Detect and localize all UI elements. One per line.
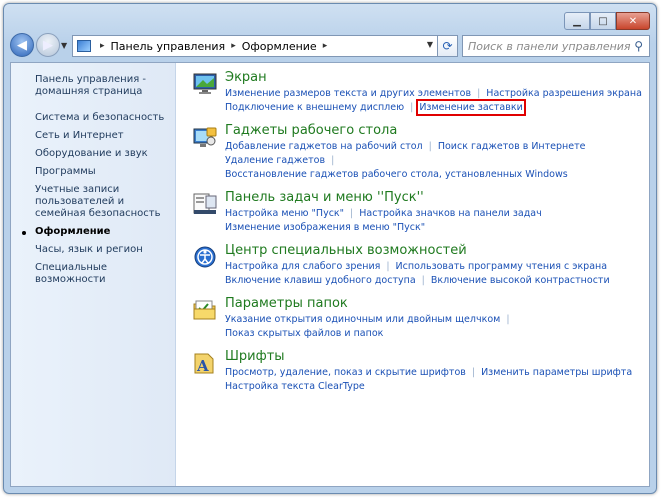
link-start-menu-picture[interactable]: Изменение изображения в меню "Пуск" (225, 222, 425, 233)
link-taskbar-icons[interactable]: Настройка значков на панели задач (359, 208, 541, 219)
link-single-double-click[interactable]: Указание открытия одиночным или двойным … (225, 314, 500, 325)
crumb-separator-icon[interactable]: ▸ (323, 41, 328, 51)
crumb-separator-icon[interactable]: ▸ (231, 41, 236, 51)
refresh-icon: ⟳ (442, 39, 453, 53)
category-title[interactable]: Шрифты (225, 349, 649, 365)
link-high-contrast[interactable]: Включение высокой контрастности (431, 275, 610, 286)
content-area: Панель управления - домашняя страница Си… (10, 62, 650, 487)
caption-buttons: ▁ □ ✕ (564, 12, 650, 30)
breadcrumb-appearance[interactable]: Оформление (242, 40, 317, 53)
category-taskbar: Панель задач и меню ''Пуск'' Настройка м… (191, 190, 649, 235)
sidebar-item-network[interactable]: Сеть и Интернет (11, 128, 175, 144)
sidebar-item-home[interactable]: Панель управления - домашняя страница (11, 72, 175, 100)
sidebar-item-clock-language[interactable]: Часы, язык и регион (11, 242, 175, 258)
link-remove-gadgets[interactable]: Удаление гаджетов (225, 155, 325, 166)
sidebar: Панель управления - домашняя страница Си… (11, 63, 176, 486)
category-folder-options: Параметры папок Указание открытия одиноч… (191, 296, 649, 341)
category-title[interactable]: Параметры папок (225, 296, 649, 312)
close-button[interactable]: ✕ (616, 12, 650, 30)
forward-button[interactable]: ▶ (36, 33, 60, 57)
link-screen-resolution[interactable]: Настройка разрешения экрана (486, 88, 642, 99)
address-dropdown-icon[interactable]: ▼ (427, 40, 433, 49)
sidebar-item-user-accounts[interactable]: Учетные записи пользователей и семейная … (11, 182, 175, 222)
link-find-gadgets-online[interactable]: Поиск гаджетов в Интернете (438, 141, 586, 152)
link-restore-gadgets[interactable]: Восстановление гаджетов рабочего стола, … (225, 169, 568, 180)
svg-text:A: A (196, 357, 209, 374)
category-fonts: A Шрифты Просмотр, удаление, показ и скр… (191, 349, 649, 394)
minimize-button[interactable]: ▁ (564, 12, 590, 30)
category-ease-of-access: Центр специальных возможностей Настройка… (191, 243, 649, 288)
crumb-separator-icon[interactable]: ▸ (100, 41, 105, 51)
navigation-toolbar: ◀ ▶ ▼ ▸ Панель управления ▸ Оформление ▸… (10, 33, 650, 59)
search-input[interactable]: Поиск в панели управления ⚲ (462, 35, 650, 57)
sidebar-item-hardware-sound[interactable]: Оборудование и звук (11, 146, 175, 162)
search-icon[interactable]: ⚲ (634, 39, 643, 53)
category-gadgets: Гаджеты рабочего стола Добавление гаджет… (191, 123, 649, 182)
breadcrumb-control-panel[interactable]: Панель управления (111, 40, 226, 53)
address-bar[interactable]: ▸ Панель управления ▸ Оформление ▸ ▼ (72, 35, 438, 57)
category-title[interactable]: Экран (225, 70, 649, 86)
search-placeholder: Поиск в панели управления (468, 39, 631, 53)
back-arrow-icon: ◀ (17, 37, 27, 53)
link-font-settings[interactable]: Изменить параметры шрифта (481, 367, 632, 378)
link-external-display[interactable]: Подключение к внешнему дисплею (225, 102, 404, 113)
sidebar-item-system-security[interactable]: Система и безопасность (11, 110, 175, 126)
monitor-icon (193, 73, 217, 94)
control-panel-icon (77, 40, 91, 52)
link-add-gadgets[interactable]: Добавление гаджетов на рабочий стол (225, 141, 423, 152)
refresh-button[interactable]: ⟳ (438, 35, 458, 57)
link-cleartype[interactable]: Настройка текста ClearType (225, 381, 365, 392)
category-title[interactable]: Центр специальных возможностей (225, 243, 649, 259)
link-low-vision[interactable]: Настройка для слабого зрения (225, 261, 380, 272)
sidebar-item-programs[interactable]: Программы (11, 164, 175, 180)
link-sticky-keys[interactable]: Включение клавиш удобного доступа (225, 275, 416, 286)
category-display: Экран Изменение размеров текста и других… (191, 70, 649, 116)
folder-options-icon (193, 300, 216, 320)
recent-pages-dropdown[interactable]: ▼ (61, 41, 67, 50)
accessibility-icon (194, 246, 216, 268)
forward-arrow-icon: ▶ (43, 37, 53, 53)
link-screensaver[interactable]: Изменение заставки (416, 99, 526, 116)
link-customize-start-menu[interactable]: Настройка меню "Пуск" (225, 208, 344, 219)
link-show-hidden-files[interactable]: Показ скрытых файлов и папок (225, 328, 383, 339)
link-screen-reader[interactable]: Использовать программу чтения с экрана (396, 261, 608, 272)
category-title[interactable]: Гаджеты рабочего стола (225, 123, 649, 139)
gadgets-icon (193, 127, 217, 147)
category-title[interactable]: Панель задач и меню ''Пуск'' (225, 190, 649, 206)
maximize-button[interactable]: □ (590, 12, 616, 30)
category-list: Экран Изменение размеров текста и других… (191, 70, 649, 402)
back-button[interactable]: ◀ (10, 33, 34, 57)
sidebar-item-appearance[interactable]: Оформление (11, 224, 175, 240)
sidebar-item-ease-of-access[interactable]: Специальные возможности (11, 260, 175, 288)
link-manage-fonts[interactable]: Просмотр, удаление, показ и скрытие шриф… (225, 367, 466, 378)
taskbar-icon (193, 193, 217, 214)
fonts-icon: A (194, 353, 214, 374)
window: ▁ □ ✕ ◀ ▶ ▼ ▸ Панель управления ▸ Оформл… (3, 3, 657, 494)
link-text-size[interactable]: Изменение размеров текста и других элеме… (225, 88, 471, 99)
